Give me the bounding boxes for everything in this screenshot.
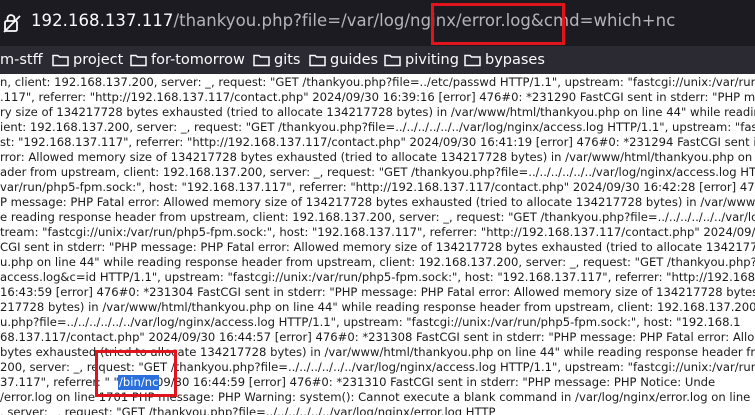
folder-icon (52, 54, 69, 67)
folder-icon (384, 54, 401, 67)
bookmark-folder-bypases[interactable]: bypases (464, 50, 545, 70)
log-line: .117", referrer: "http://192.168.137.117… (0, 90, 755, 104)
url-bar[interactable]: 192.168.137.117/thankyou.php?file=/var/l… (0, 0, 755, 46)
log-line: access.log&c=id HTTP/1.1", upstream: "fa… (0, 270, 755, 284)
log-line: 217728 bytes) in /var/www/html/thankyou.… (0, 300, 755, 314)
url-cmd-highlight (431, 3, 565, 45)
bookmark-label: bypases (485, 52, 545, 68)
log-line: u.php on line 44" while reading response… (0, 255, 755, 269)
log-line: CGI sent in stderr: "PHP message: PHP Fa… (0, 240, 755, 254)
log-line: rror: Allowed memory size of 134217728 b… (0, 150, 755, 164)
log-line: P message: PHP Fatal error: Allowed memo… (0, 195, 755, 209)
bookmark-label: gits (274, 52, 301, 68)
log-line: var/run/php5-fpm.sock:", host: "192.168.… (0, 180, 755, 194)
bookmarks-toolbar: m-stff project for-tomorrow gits guides … (0, 46, 755, 74)
bookmark-label: piviting (405, 52, 459, 68)
bookmark-m-stff[interactable]: m-stff (0, 50, 43, 70)
bookmark-label: project (73, 52, 124, 68)
folder-icon (309, 54, 326, 67)
log-line: n, client: 192.168.137.200, server: _, r… (0, 75, 755, 89)
url-text[interactable]: 192.168.137.117/thankyou.php?file=/var/l… (31, 11, 675, 30)
bookmark-folder-gits[interactable]: gits (253, 50, 300, 70)
log-line: ader from upstream, client: 192.168.137.… (0, 165, 755, 179)
bookmark-folder-for-tomorrow[interactable]: for-tomorrow (130, 50, 245, 70)
bookmark-folder-piviting[interactable]: piviting (384, 50, 459, 70)
log-line: e reading response header from upstream,… (0, 210, 755, 224)
folder-icon (464, 54, 481, 67)
bookmark-label: for-tomorrow (151, 52, 245, 68)
output-highlight-box (95, 350, 177, 397)
folder-icon (253, 54, 270, 67)
log-line: 16:43:59 [error] 476#0: *231304 FastCGI … (0, 285, 755, 299)
bookmark-folder-project[interactable]: project (52, 50, 123, 70)
url-host: 192.168.137.117 (31, 11, 174, 30)
log-line: st: "192.168.137.117", referrer: "http:/… (0, 135, 755, 149)
log-line: 68.137.117/contact.php" 2024/09/30 16:44… (0, 330, 755, 344)
log-line: ry size of 134217728 bytes exhausted (tr… (0, 105, 755, 119)
log-line: ient: 192.168.137.200, server: _, reques… (0, 120, 755, 134)
log-line: tream: "fastcgi://unix:/var/run/php5-fpm… (0, 225, 755, 239)
url-path: /thankyou.php?file=/var/log/nginx/error.… (173, 11, 676, 30)
folder-icon (130, 54, 147, 67)
bookmark-folder-guides[interactable]: guides (309, 50, 378, 70)
log-line: , server: _, request: "GET /thankyou.php… (0, 405, 496, 415)
lock-warning-icon[interactable] (3, 13, 21, 33)
log-line: u.php?file=../../../../../../var/log/ngi… (0, 315, 741, 329)
bookmark-label: guides (330, 52, 379, 68)
bookmark-label: m-stff (0, 52, 43, 68)
page-content: n, client: 192.168.137.200, server: _, r… (0, 74, 755, 415)
